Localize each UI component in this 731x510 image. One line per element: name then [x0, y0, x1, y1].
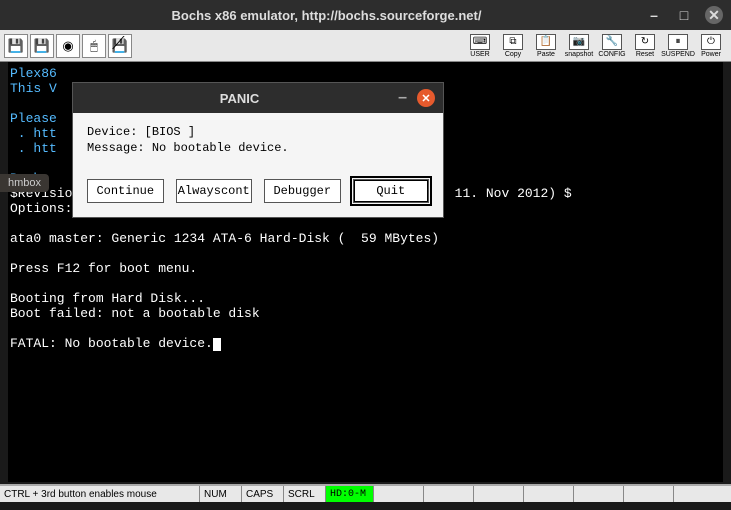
status-num: NUM: [200, 486, 242, 502]
copy-icon: ⧉: [503, 34, 523, 50]
console-line: Boot failed: not a bootable disk: [10, 306, 260, 321]
dialog-minimize-button[interactable]: –: [398, 89, 407, 107]
device-value: [BIOS ]: [145, 125, 195, 139]
debugger-button[interactable]: Debugger: [264, 179, 341, 203]
user-button[interactable]: ⌨USER: [464, 32, 496, 60]
message-label: Message:: [87, 141, 145, 155]
minimize-button[interactable]: –: [645, 6, 663, 24]
disabled-floppy-icon[interactable]: 💾⟋: [108, 34, 132, 58]
console-line: Plex86: [10, 66, 57, 81]
toolbar-right: ⌨USER ⧉Copy 📋Paste 📷snapshot 🔧CONFIG ↻Re…: [464, 32, 727, 60]
reset-icon: ↻: [635, 34, 655, 50]
status-empty: [374, 486, 424, 502]
side-tab[interactable]: hmbox: [0, 174, 49, 192]
close-button[interactable]: ✕: [705, 6, 723, 24]
dialog-title: PANIC: [81, 91, 398, 106]
status-empty: [424, 486, 474, 502]
quit-button[interactable]: Quit: [353, 179, 430, 203]
status-empty: [624, 486, 674, 502]
cursor: [213, 338, 221, 351]
console-line: Press F12 for boot menu.: [10, 261, 197, 276]
status-mouse-hint: CTRL + 3rd button enables mouse: [0, 486, 200, 502]
suspend-icon: ⏸: [668, 34, 688, 50]
status-caps: CAPS: [242, 486, 284, 502]
paste-icon: 📋: [536, 34, 556, 50]
status-scrl: SCRL: [284, 486, 326, 502]
status-empty: [674, 486, 731, 502]
toolbar-left: 💾 💾 ◉ 🖱 💾⟋: [4, 34, 132, 58]
paste-button[interactable]: 📋Paste: [530, 32, 562, 60]
window-title: Bochs x86 emulator, http://bochs.sourcef…: [8, 8, 645, 23]
console-line: Please: [10, 111, 57, 126]
main-titlebar: Bochs x86 emulator, http://bochs.sourcef…: [0, 0, 731, 30]
reset-button[interactable]: ↻Reset: [629, 32, 661, 60]
power-button[interactable]: ⏻Power: [695, 32, 727, 60]
camera-icon: 📷: [569, 34, 589, 50]
console-line: This V: [10, 81, 57, 96]
alwayscont-button[interactable]: Alwayscont: [176, 179, 253, 203]
mouse-icon[interactable]: 🖱: [82, 34, 106, 58]
power-icon: ⏻: [701, 34, 721, 50]
statusbar: CTRL + 3rd button enables mouse NUM CAPS…: [0, 484, 731, 502]
snapshot-button[interactable]: 📷snapshot: [563, 32, 595, 60]
status-empty: [524, 486, 574, 502]
console-line: ata0 master: Generic 1234 ATA-6 Hard-Dis…: [10, 231, 439, 246]
dialog-titlebar: PANIC – ✕: [73, 83, 443, 113]
status-empty: [474, 486, 524, 502]
panic-dialog: PANIC – ✕ Device: [BIOS ] Message: No bo…: [72, 82, 444, 218]
console-line: FATAL: No bootable device.: [10, 336, 213, 351]
wrench-icon: 🔧: [602, 34, 622, 50]
console-line: . htt: [10, 141, 57, 156]
toolbar: 💾 💾 ◉ 🖱 💾⟋ ⌨USER ⧉Copy 📋Paste 📷snapshot …: [0, 30, 731, 62]
continue-button[interactable]: Continue: [87, 179, 164, 203]
floppy-a-icon[interactable]: 💾: [4, 34, 28, 58]
console-line: . htt: [10, 126, 57, 141]
status-empty: [574, 486, 624, 502]
message-value: No bootable device.: [152, 141, 289, 155]
suspend-button[interactable]: ⏸SUSPEND: [662, 32, 694, 60]
device-label: Device:: [87, 125, 137, 139]
config-button[interactable]: 🔧CONFIG: [596, 32, 628, 60]
dialog-close-button[interactable]: ✕: [417, 89, 435, 107]
window-controls: – □ ✕: [645, 6, 723, 24]
dialog-buttons: Continue Alwayscont Debugger Quit: [73, 169, 443, 217]
cdrom-icon[interactable]: ◉: [56, 34, 80, 58]
copy-button[interactable]: ⧉Copy: [497, 32, 529, 60]
floppy-b-icon[interactable]: 💾: [30, 34, 54, 58]
dialog-body: Device: [BIOS ] Message: No bootable dev…: [73, 113, 443, 169]
user-icon: ⌨: [470, 34, 490, 50]
status-hd-activity: HD:0-M: [326, 486, 374, 502]
maximize-button[interactable]: □: [675, 6, 693, 24]
console-line: Booting from Hard Disk...: [10, 291, 205, 306]
